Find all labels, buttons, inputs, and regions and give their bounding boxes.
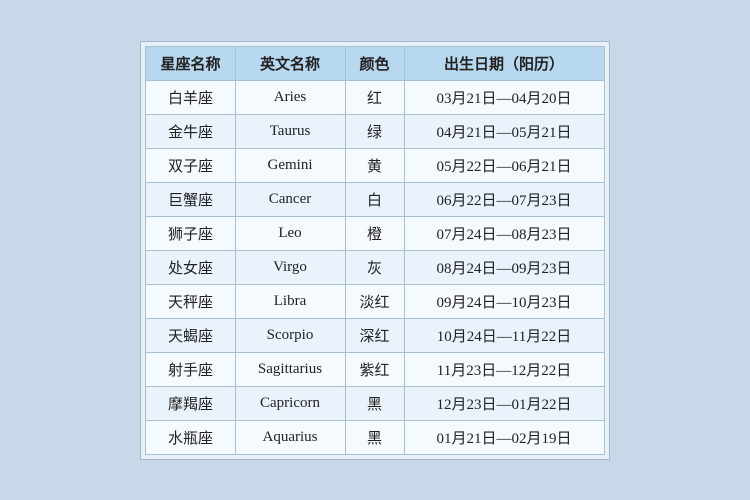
table-row: 水瓶座Aquarius黑01月21日—02月19日 xyxy=(146,420,604,454)
cell-color: 红 xyxy=(345,80,404,114)
cell-chinese: 金牛座 xyxy=(146,114,235,148)
header-color: 颜色 xyxy=(345,46,404,80)
cell-date: 11月23日—12月22日 xyxy=(404,352,604,386)
header-english: 英文名称 xyxy=(235,46,345,80)
cell-english: Aries xyxy=(235,80,345,114)
cell-date: 03月21日—04月20日 xyxy=(404,80,604,114)
cell-date: 05月22日—06月21日 xyxy=(404,148,604,182)
cell-color: 橙 xyxy=(345,216,404,250)
cell-chinese: 天蝎座 xyxy=(146,318,235,352)
cell-date: 04月21日—05月21日 xyxy=(404,114,604,148)
cell-chinese: 射手座 xyxy=(146,352,235,386)
cell-chinese: 水瓶座 xyxy=(146,420,235,454)
cell-chinese: 摩羯座 xyxy=(146,386,235,420)
cell-color: 黑 xyxy=(345,386,404,420)
cell-chinese: 处女座 xyxy=(146,250,235,284)
cell-english: Sagittarius xyxy=(235,352,345,386)
cell-english: Taurus xyxy=(235,114,345,148)
cell-chinese: 狮子座 xyxy=(146,216,235,250)
table-body: 白羊座Aries红03月21日—04月20日金牛座Taurus绿04月21日—0… xyxy=(146,80,604,454)
zodiac-table: 星座名称 英文名称 颜色 出生日期（阳历） 白羊座Aries红03月21日—04… xyxy=(145,46,604,455)
cell-chinese: 巨蟹座 xyxy=(146,182,235,216)
cell-date: 01月21日—02月19日 xyxy=(404,420,604,454)
cell-color: 淡红 xyxy=(345,284,404,318)
cell-color: 深红 xyxy=(345,318,404,352)
table-row: 巨蟹座Cancer白06月22日—07月23日 xyxy=(146,182,604,216)
cell-english: Libra xyxy=(235,284,345,318)
cell-date: 09月24日—10月23日 xyxy=(404,284,604,318)
cell-english: Cancer xyxy=(235,182,345,216)
cell-color: 绿 xyxy=(345,114,404,148)
header-chinese: 星座名称 xyxy=(146,46,235,80)
cell-english: Scorpio xyxy=(235,318,345,352)
table-header-row: 星座名称 英文名称 颜色 出生日期（阳历） xyxy=(146,46,604,80)
cell-english: Aquarius xyxy=(235,420,345,454)
cell-color: 白 xyxy=(345,182,404,216)
cell-color: 黑 xyxy=(345,420,404,454)
table-row: 白羊座Aries红03月21日—04月20日 xyxy=(146,80,604,114)
table-row: 天蝎座Scorpio深红10月24日—11月22日 xyxy=(146,318,604,352)
table-row: 天秤座Libra淡红09月24日—10月23日 xyxy=(146,284,604,318)
cell-color: 灰 xyxy=(345,250,404,284)
cell-chinese: 白羊座 xyxy=(146,80,235,114)
cell-english: Gemini xyxy=(235,148,345,182)
cell-color: 紫红 xyxy=(345,352,404,386)
table-row: 双子座Gemini黄05月22日—06月21日 xyxy=(146,148,604,182)
cell-color: 黄 xyxy=(345,148,404,182)
cell-date: 08月24日—09月23日 xyxy=(404,250,604,284)
table-row: 射手座Sagittarius紫红11月23日—12月22日 xyxy=(146,352,604,386)
cell-chinese: 双子座 xyxy=(146,148,235,182)
cell-date: 10月24日—11月22日 xyxy=(404,318,604,352)
cell-chinese: 天秤座 xyxy=(146,284,235,318)
table-row: 处女座Virgo灰08月24日—09月23日 xyxy=(146,250,604,284)
cell-date: 12月23日—01月22日 xyxy=(404,386,604,420)
cell-date: 07月24日—08月23日 xyxy=(404,216,604,250)
table-row: 摩羯座Capricorn黑12月23日—01月22日 xyxy=(146,386,604,420)
cell-date: 06月22日—07月23日 xyxy=(404,182,604,216)
cell-english: Leo xyxy=(235,216,345,250)
cell-english: Capricorn xyxy=(235,386,345,420)
table-row: 金牛座Taurus绿04月21日—05月21日 xyxy=(146,114,604,148)
header-date: 出生日期（阳历） xyxy=(404,46,604,80)
cell-english: Virgo xyxy=(235,250,345,284)
table-row: 狮子座Leo橙07月24日—08月23日 xyxy=(146,216,604,250)
zodiac-table-container: 星座名称 英文名称 颜色 出生日期（阳历） 白羊座Aries红03月21日—04… xyxy=(140,41,609,460)
